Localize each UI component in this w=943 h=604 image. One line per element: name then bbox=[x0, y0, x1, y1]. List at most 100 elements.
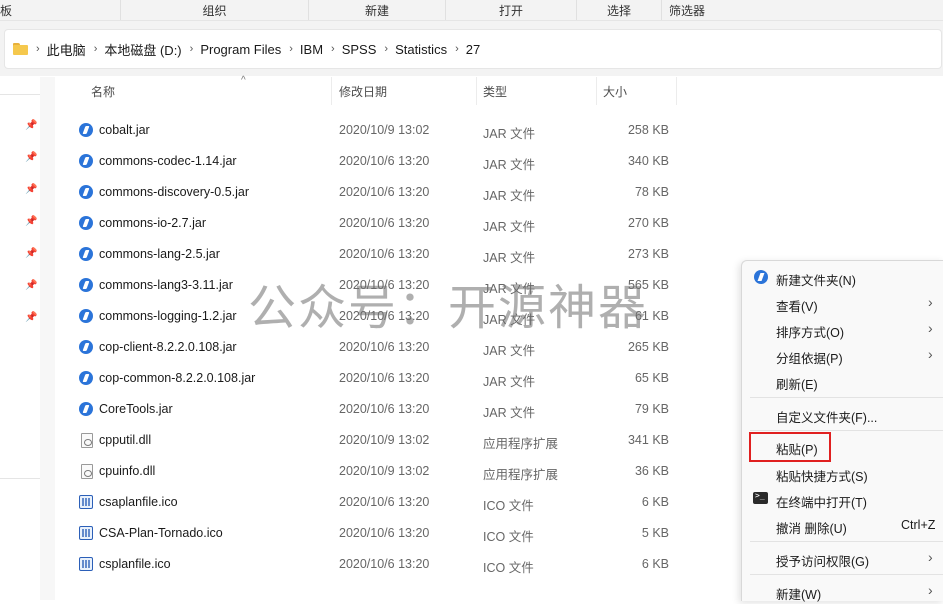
ribbon-toolbar: 板 组织 新建 打开 选择 筛选器 bbox=[0, 0, 943, 21]
file-row[interactable]: cop-common-8.2.2.0.108.jar 2020/10/6 13:2… bbox=[55, 363, 755, 394]
chevron-right-icon[interactable]: › bbox=[331, 43, 335, 55]
menu-item-give-access[interactable]: 授予访问权限(G) › bbox=[742, 545, 943, 571]
file-row[interactable]: commons-discovery-0.5.jar 2020/10/6 13:20… bbox=[55, 177, 755, 208]
dll-file-icon bbox=[81, 433, 93, 448]
address-row: › 此电脑 › 本地磁盘 (D:) › Program Files › IBM … bbox=[0, 21, 943, 76]
file-date: 2020/10/9 13:02 bbox=[339, 433, 430, 447]
file-date: 2020/10/6 13:20 bbox=[339, 247, 430, 261]
address-bar[interactable]: › 此电脑 › 本地磁盘 (D:) › Program Files › IBM … bbox=[4, 29, 942, 69]
file-size: 79 KB bbox=[634, 402, 669, 416]
menu-item-label: 分组依据(P) bbox=[776, 352, 843, 366]
pin-icon[interactable]: 📌 bbox=[25, 248, 37, 259]
column-divider[interactable] bbox=[476, 77, 477, 105]
file-size: 78 KB bbox=[634, 185, 669, 199]
ribbon-group-open[interactable]: 打开 bbox=[446, 0, 577, 20]
file-row[interactable]: commons-codec-1.14.jar 2020/10/6 13:20 JAR… bbox=[55, 146, 755, 177]
breadcrumb-this-pc[interactable]: 此电脑 bbox=[47, 40, 86, 59]
file-row[interactable]: cpuinfo.dll 2020/10/9 13:02 应用程序扩展 36 KB bbox=[55, 456, 755, 487]
column-divider[interactable] bbox=[596, 77, 597, 105]
file-name: commons-io-2.7.jar bbox=[99, 216, 206, 230]
pin-icon[interactable]: 📌 bbox=[25, 184, 37, 195]
file-date: 2020/10/6 13:20 bbox=[339, 557, 430, 571]
file-row[interactable]: CoreTools.jar 2020/10/6 13:20 JAR 文件 79 KB bbox=[55, 394, 755, 425]
file-row[interactable]: csaplanfile.ico 2020/10/6 13:20 ICO 文件 6 KB bbox=[55, 487, 755, 518]
ribbon-group-organize[interactable]: 组织 bbox=[121, 0, 309, 20]
chevron-right-icon[interactable]: › bbox=[190, 43, 194, 55]
pin-icon[interactable]: 📌 bbox=[25, 152, 37, 163]
pane-splitter[interactable] bbox=[40, 77, 55, 600]
chevron-right-icon[interactable]: › bbox=[94, 43, 98, 55]
pin-icon[interactable]: 📌 bbox=[25, 120, 37, 131]
shortcut-text: Ctrl+Z bbox=[901, 518, 936, 532]
file-date: 2020/10/6 13:20 bbox=[339, 402, 430, 416]
file-row[interactable]: csplanfile.ico 2020/10/6 13:20 ICO 文件 6 KB bbox=[55, 549, 755, 580]
file-row[interactable]: CSA-Plan-Tornado.ico 2020/10/6 13:20 ICO 文… bbox=[55, 518, 755, 549]
menu-item-undo-delete[interactable]: 撤消 删除(U) Ctrl+Z bbox=[742, 512, 943, 538]
ribbon-group-new[interactable]: 新建 bbox=[309, 0, 446, 20]
file-date: 2020/10/9 13:02 bbox=[339, 464, 430, 478]
file-row[interactable]: cobalt.jar 2020/10/9 13:02 JAR 文件 258 KB bbox=[55, 115, 755, 146]
menu-item-sort[interactable]: 排序方式(O) › bbox=[742, 316, 943, 342]
chevron-right-icon[interactable]: › bbox=[36, 43, 40, 55]
breadcrumb-drive-d[interactable]: 本地磁盘 (D:) bbox=[104, 40, 181, 59]
file-type: JAR 文件 bbox=[483, 344, 536, 358]
pin-icon[interactable]: 📌 bbox=[25, 280, 37, 291]
file-date: 2020/10/9 13:02 bbox=[339, 123, 430, 137]
ico-file-icon bbox=[79, 557, 93, 571]
menu-item-new-folder[interactable]: 新建文件夹(N) bbox=[742, 264, 943, 290]
menu-item-new[interactable]: 新建(W) › bbox=[742, 578, 943, 604]
ribbon-label-organize: 组织 bbox=[202, 3, 227, 18]
column-divider[interactable] bbox=[331, 77, 332, 105]
column-divider[interactable] bbox=[676, 77, 677, 105]
menu-item-refresh[interactable]: 刷新(E) bbox=[742, 368, 943, 394]
ribbon-group-filter[interactable]: 筛选器 bbox=[662, 0, 712, 20]
menu-item-group[interactable]: 分组依据(P) › bbox=[742, 342, 943, 368]
file-type: ICO 文件 bbox=[483, 499, 534, 513]
menu-item-label: 自定义文件夹(F)... bbox=[776, 411, 878, 425]
file-size: 65 KB bbox=[634, 371, 669, 385]
file-type: JAR 文件 bbox=[483, 220, 536, 234]
ribbon-group-select[interactable]: 选择 bbox=[577, 0, 662, 20]
chevron-right-icon[interactable]: › bbox=[455, 43, 459, 55]
menu-item-label: 授予访问权限(G) bbox=[776, 555, 870, 569]
chevron-right-icon: › bbox=[928, 549, 933, 565]
breadcrumb-27[interactable]: 27 bbox=[466, 42, 480, 57]
file-name: commons-codec-1.14.jar bbox=[99, 154, 237, 168]
file-size: 258 KB bbox=[627, 123, 669, 137]
ico-file-icon bbox=[79, 495, 93, 509]
column-header-date[interactable]: 修改日期 bbox=[339, 77, 475, 105]
menu-item-label: 撤消 删除(U) bbox=[776, 522, 847, 536]
menu-separator bbox=[750, 541, 943, 542]
column-header-type[interactable]: 类型 bbox=[483, 77, 595, 105]
file-type: 应用程序扩展 bbox=[483, 468, 559, 482]
breadcrumb-statistics[interactable]: Statistics bbox=[395, 42, 447, 57]
column-header-name[interactable]: 名称 ^ bbox=[91, 75, 331, 105]
menu-item-view[interactable]: 查看(V) › bbox=[742, 290, 943, 316]
file-name: commons-discovery-0.5.jar bbox=[99, 185, 250, 199]
file-name: commons-lang-2.5.jar bbox=[99, 247, 220, 261]
menu-item-open-terminal[interactable]: 在终端中打开(T) bbox=[742, 486, 943, 512]
pin-icon[interactable]: 📌 bbox=[25, 312, 37, 323]
file-size: 5 KB bbox=[641, 526, 669, 540]
file-row[interactable]: cpputil.dll 2020/10/9 13:02 应用程序扩展 341 KB bbox=[55, 425, 755, 456]
pin-icon[interactable]: 📌 bbox=[25, 216, 37, 227]
file-type: JAR 文件 bbox=[483, 251, 536, 265]
file-size: 341 KB bbox=[627, 433, 669, 447]
watermark-text: 公众号：开源神器 bbox=[248, 280, 649, 336]
column-header-size[interactable]: 大小 bbox=[603, 77, 675, 105]
file-name: cobalt.jar bbox=[99, 123, 150, 137]
chevron-right-icon[interactable]: › bbox=[289, 43, 293, 55]
ribbon-label-open: 打开 bbox=[498, 3, 523, 18]
menu-item-paste-shortcut[interactable]: 粘贴快捷方式(S) bbox=[742, 460, 943, 486]
menu-item-customize-folder[interactable]: 自定义文件夹(F)... bbox=[742, 401, 943, 427]
file-size: 6 KB bbox=[641, 495, 669, 509]
chevron-right-icon: › bbox=[928, 294, 933, 310]
chevron-right-icon[interactable]: › bbox=[384, 43, 388, 55]
ribbon-group-clipboard[interactable]: 板 bbox=[0, 0, 121, 20]
file-name: commons-lang3-3.11.jar bbox=[99, 278, 233, 292]
file-row[interactable]: commons-io-2.7.jar 2020/10/6 13:20 JAR 文件 2… bbox=[55, 208, 755, 239]
file-row[interactable]: commons-lang-2.5.jar 2020/10/6 13:20 JAR 文… bbox=[55, 239, 755, 270]
breadcrumb-ibm[interactable]: IBM bbox=[300, 42, 323, 57]
breadcrumb-spss[interactable]: SPSS bbox=[342, 42, 377, 57]
breadcrumb-program-files[interactable]: Program Files bbox=[200, 42, 281, 57]
